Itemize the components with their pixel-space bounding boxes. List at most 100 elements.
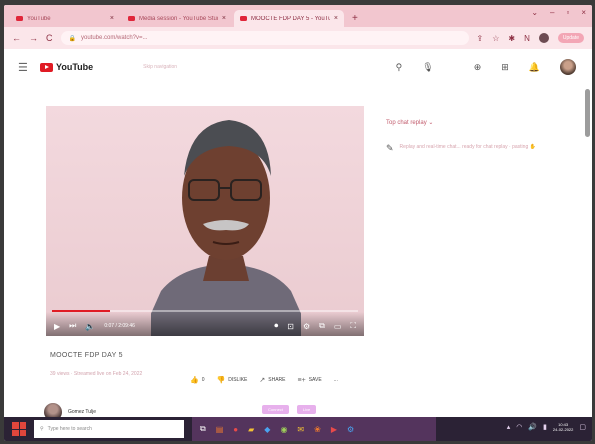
play-icon[interactable]: ▶ [54,322,60,331]
thumbs-down-icon: 👎 [216,377,226,384]
minimize-icon[interactable]: – [550,8,554,17]
chip[interactable]: Connect [262,405,289,414]
create-video-icon[interactable]: ⊕ [474,62,482,73]
chat-message-text: Replay and real-time chat... ready for c… [400,143,536,154]
miniplayer-icon[interactable]: ⧉ [319,321,325,331]
chip[interactable]: Live [296,405,317,414]
progress-fill [52,310,111,312]
windows-start-icon[interactable] [12,422,26,436]
presenter-video-frame [151,120,301,336]
notifications-bell-icon[interactable]: 🔔 [529,62,540,73]
close-icon[interactable]: × [110,15,114,22]
address-bar[interactable]: 🔒 youtube.com/watch?v=... [60,31,469,45]
forward-icon[interactable]: → [29,33,38,43]
chat-heading-text: Top chat replay [386,120,427,126]
youtube-logo[interactable]: YouTube [40,62,93,72]
file-explorer-icon[interactable]: ▤ [216,425,224,434]
reload-icon[interactable]: C [46,33,53,43]
dislike-button[interactable]: 👎 DISLIKE [217,376,248,384]
close-icon[interactable]: × [334,15,338,22]
taskbar-clock[interactable]: 10:43 24-02-2022 [553,422,573,432]
mail-icon[interactable]: ✉ [297,425,304,434]
store-icon[interactable]: ◆ [264,425,270,434]
time-display: 0:07 / 2:09:46 [104,323,135,329]
dislike-label: DISLIKE [228,377,248,383]
speaker-icon[interactable]: 🔊 [528,423,537,431]
fullscreen-icon[interactable]: ⛶ [350,321,356,331]
progress-bar[interactable] [52,310,358,312]
taskbar-search-box[interactable]: ⚲ Type here to search [34,420,184,438]
bookmark-star-icon[interactable]: ☆ [492,34,499,43]
video-player[interactable]: ▶ ⏭ 🔈 0:07 / 2:09:46 ⏺ ⊡ ⚙ ⧉ ▭ ⛶ [46,106,364,336]
chat-message: ✎ Replay and real-time chat... ready for… [386,143,536,154]
apps-grid-icon[interactable]: ⊞ [501,62,509,73]
volume-icon[interactable]: 🔈 [85,322,95,331]
windows-taskbar: ⚲ Type here to search ⧉ ▤ ● ▰ ◆ ◉ ✉ ❀ ▶ … [4,417,592,441]
new-tab-button[interactable]: + [346,13,364,27]
youtube-play-logo-icon [40,62,53,72]
close-icon[interactable]: × [222,15,226,22]
skip-navigation-link[interactable]: Skip navigation [143,64,177,70]
save-button[interactable]: ≡+ SAVE [298,377,322,384]
autoplay-toggle-icon[interactable]: ⏺ [274,321,278,331]
video-title: MOOCTE FDP DAY 5 [50,352,123,359]
chat-replay-heading[interactable]: Top chat replay ⌄ [386,119,433,126]
network-icon[interactable]: ▴ [507,423,511,431]
chat-message-body: Replay and real-time chat... ready for c… [399,144,529,150]
more-actions-button[interactable]: ... [334,377,338,383]
tab-title: MOOCTE FDP DAY 5 - YouTube [251,15,330,22]
search-icon[interactable]: ⚲ [396,62,403,73]
captions-icon[interactable]: ⊡ [287,322,294,331]
account-avatar[interactable] [560,59,576,75]
header-actions: ⚲ 🎙 ⊕ ⊞ 🔔 [396,59,576,75]
playlist-add-icon: ≡+ [297,376,306,384]
share-button[interactable]: ↗ SHARE [259,376,285,384]
browser-tab-active[interactable]: MOOCTE FDP DAY 5 - YouTube × [234,10,344,27]
next-icon[interactable]: ⏭ [69,321,76,331]
page-scrollbar[interactable] [585,89,590,137]
update-button[interactable]: Update [557,33,584,43]
menu-icon[interactable]: ☰ [18,61,40,74]
theater-mode-icon[interactable]: ▭ [334,322,342,331]
youtube-favicon-icon [240,16,247,21]
photos-icon[interactable]: ❀ [314,425,321,434]
task-view-icon[interactable]: ⧉ [200,424,206,434]
wifi-icon[interactable]: ◠ [516,423,522,431]
media-player-icon[interactable]: ▶ [331,425,337,434]
taskbar-search-placeholder: Type here to search [47,426,92,432]
chrome-icon[interactable]: ◉ [280,425,287,434]
screen: YouTube × Media session - YouTube Studio… [4,5,592,441]
microphone-icon[interactable]: 🎙 [422,62,433,73]
profile-avatar[interactable] [538,33,549,43]
address-text: youtube.com/watch?v=... [80,35,148,41]
settings-gear-icon[interactable]: ⚙ [303,322,310,331]
window-controls: ⌄ – ▫ × [531,8,586,17]
extensions-icon[interactable]: ✱ [508,34,515,43]
player-control-row: ▶ ⏭ 🔈 0:07 / 2:09:46 ⏺ ⊡ ⚙ ⧉ ▭ ⛶ [54,321,356,331]
logo-text: YouTube [56,62,94,72]
folder-icon[interactable]: ▰ [248,425,254,434]
youtube-header: ☰ YouTube Skip navigation ⚲ 🎙 ⊕ ⊞ 🔔 [4,49,592,85]
thumbs-up-icon: 👍 [190,377,199,384]
close-window-icon[interactable]: × [581,8,586,17]
chevron-down-icon: ⌄ [428,120,434,126]
battery-icon[interactable]: ▮ [543,423,547,431]
share-page-icon[interactable]: ⇪ [477,34,484,43]
back-icon[interactable]: ← [12,33,21,43]
settings-icon[interactable]: ⚙ [347,425,354,434]
notification-center-icon[interactable]: ▢ [579,423,586,431]
maximize-icon[interactable]: ▫ [566,8,569,17]
edge-browser-icon[interactable]: ● [233,425,238,434]
browser-tab[interactable]: Media session - YouTube Studio × [122,10,232,27]
tab-search-icon[interactable]: ⌄ [531,8,538,17]
video-actions: 👍 0 👎 DISLIKE ↗ SHARE ≡+ SAVE ... [190,376,338,385]
like-button[interactable]: 👍 0 [190,376,205,384]
save-label: SAVE [308,377,322,383]
toolbar-icons: ⇪ ☆ ✱ N Update [477,33,584,43]
reading-list-icon[interactable]: N [524,34,530,43]
channel-name[interactable]: Gomez Tulje [68,409,96,415]
browser-toolbar: ← → C 🔒 youtube.com/watch?v=... ⇪ ☆ ✱ N … [4,27,592,49]
browser-tab[interactable]: YouTube × [10,10,120,27]
youtube-favicon-icon [16,16,23,21]
taskbar-pinned-apps: ⧉ ▤ ● ▰ ◆ ◉ ✉ ❀ ▶ ⚙ [192,417,436,441]
